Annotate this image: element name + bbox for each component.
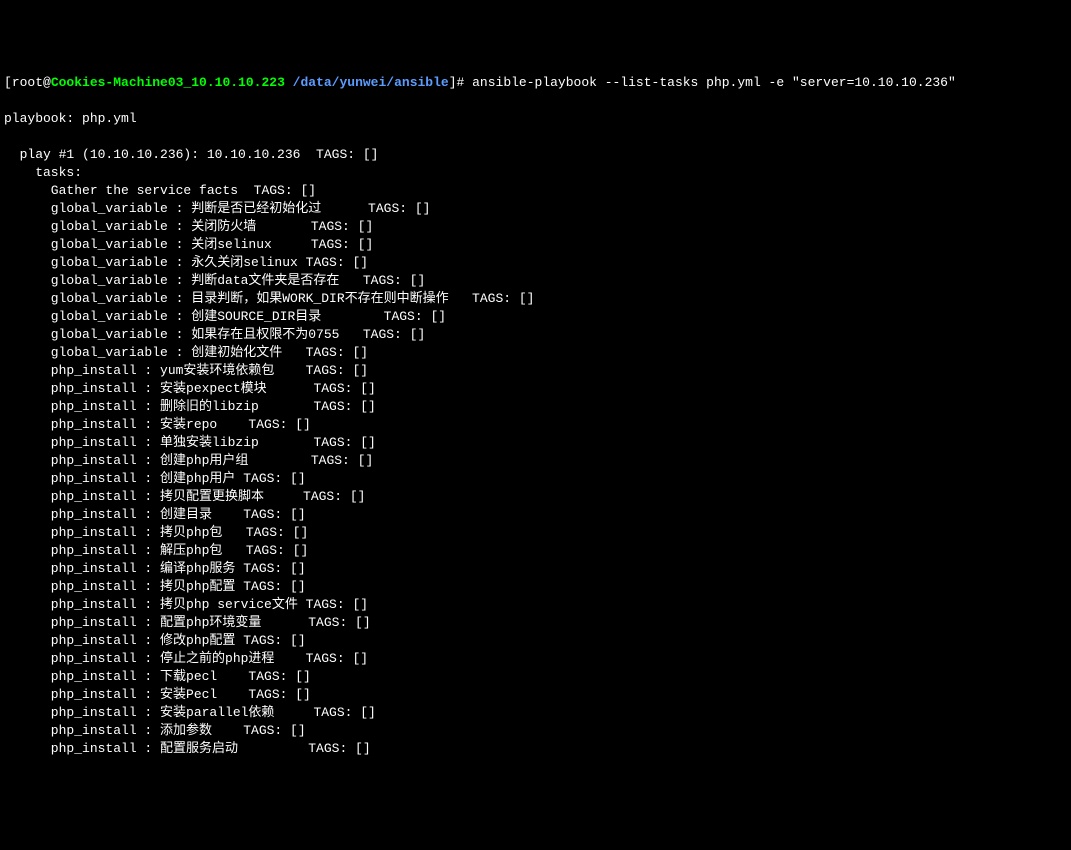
task-line: global_variable : 如果存在且权限不为0755 TAGS: [] [4, 327, 425, 342]
prompt-path: /data/yunwei/ansible [293, 75, 449, 90]
task-line: global_variable : 判断data文件夹是否存在 TAGS: [] [4, 273, 425, 288]
task-line: php_install : 安装Pecl TAGS: [] [4, 687, 311, 702]
prompt-bracket-close: ]# [449, 75, 472, 90]
task-line: php_install : 安装repo TAGS: [] [4, 417, 311, 432]
task-line: global_variable : 创建SOURCE_DIR目录 TAGS: [… [4, 309, 446, 324]
task-line: global_variable : 永久关闭selinux TAGS: [] [4, 255, 368, 270]
task-line: php_install : 解压php包 TAGS: [] [4, 543, 308, 558]
task-line: php_install : 配置php环境变量 TAGS: [] [4, 615, 371, 630]
tasks-list: Gather the service facts TAGS: [] global… [4, 182, 1067, 758]
terminal-output[interactable]: [root@Cookies-Machine03_10.10.10.223 /da… [0, 72, 1071, 760]
task-line: php_install : 拷贝php包 TAGS: [] [4, 525, 308, 540]
task-line: php_install : 创建目录 TAGS: [] [4, 507, 306, 522]
task-line: global_variable : 创建初始化文件 TAGS: [] [4, 345, 368, 360]
blank-line [4, 128, 1067, 146]
task-line: php_install : 安装parallel依赖 TAGS: [] [4, 705, 376, 720]
task-line: php_install : 拷贝配置更换脚本 TAGS: [] [4, 489, 365, 504]
playbook-header: playbook: php.yml [4, 111, 137, 126]
blank-line [4, 92, 1067, 110]
task-line: php_install : 创建php用户 TAGS: [] [4, 471, 306, 486]
task-line: php_install : yum安装环境依赖包 TAGS: [] [4, 363, 368, 378]
prompt-user: root@ [12, 75, 51, 90]
task-line: php_install : 下载pecl TAGS: [] [4, 669, 311, 684]
task-line: global_variable : 目录判断，如果WORK_DIR不存在则中断操… [4, 291, 534, 306]
play-header: play #1 (10.10.10.236): 10.10.10.236 TAG… [4, 147, 378, 162]
task-line: php_install : 拷贝php配置 TAGS: [] [4, 579, 306, 594]
prompt-bracket-open: [ [4, 75, 12, 90]
task-line: php_install : 单独安装libzip TAGS: [] [4, 435, 376, 450]
task-line: php_install : 安装pexpect模块 TAGS: [] [4, 381, 376, 396]
task-line: php_install : 删除旧的libzip TAGS: [] [4, 399, 376, 414]
task-line: php_install : 配置服务启动 TAGS: [] [4, 741, 371, 756]
command-text: ansible-playbook --list-tasks php.yml -e… [472, 75, 956, 90]
task-line: php_install : 停止之前的php进程 TAGS: [] [4, 651, 368, 666]
task-line: php_install : 编译php服务 TAGS: [] [4, 561, 306, 576]
task-line: global_variable : 关闭selinux TAGS: [] [4, 237, 373, 252]
task-line: php_install : 拷贝php service文件 TAGS: [] [4, 597, 368, 612]
task-line: php_install : 修改php配置 TAGS: [] [4, 633, 306, 648]
task-line: global_variable : 关闭防火墙 TAGS: [] [4, 219, 373, 234]
prompt-host: Cookies-Machine03_10.10.10.223 [51, 75, 293, 90]
tasks-header: tasks: [4, 165, 82, 180]
task-line: php_install : 创建php用户组 TAGS: [] [4, 453, 373, 468]
prompt-line: [root@Cookies-Machine03_10.10.10.223 /da… [4, 75, 956, 90]
task-line: Gather the service facts TAGS: [] [4, 183, 316, 198]
task-line: global_variable : 判断是否已经初始化过 TAGS: [] [4, 201, 430, 216]
task-line: php_install : 添加参数 TAGS: [] [4, 723, 306, 738]
